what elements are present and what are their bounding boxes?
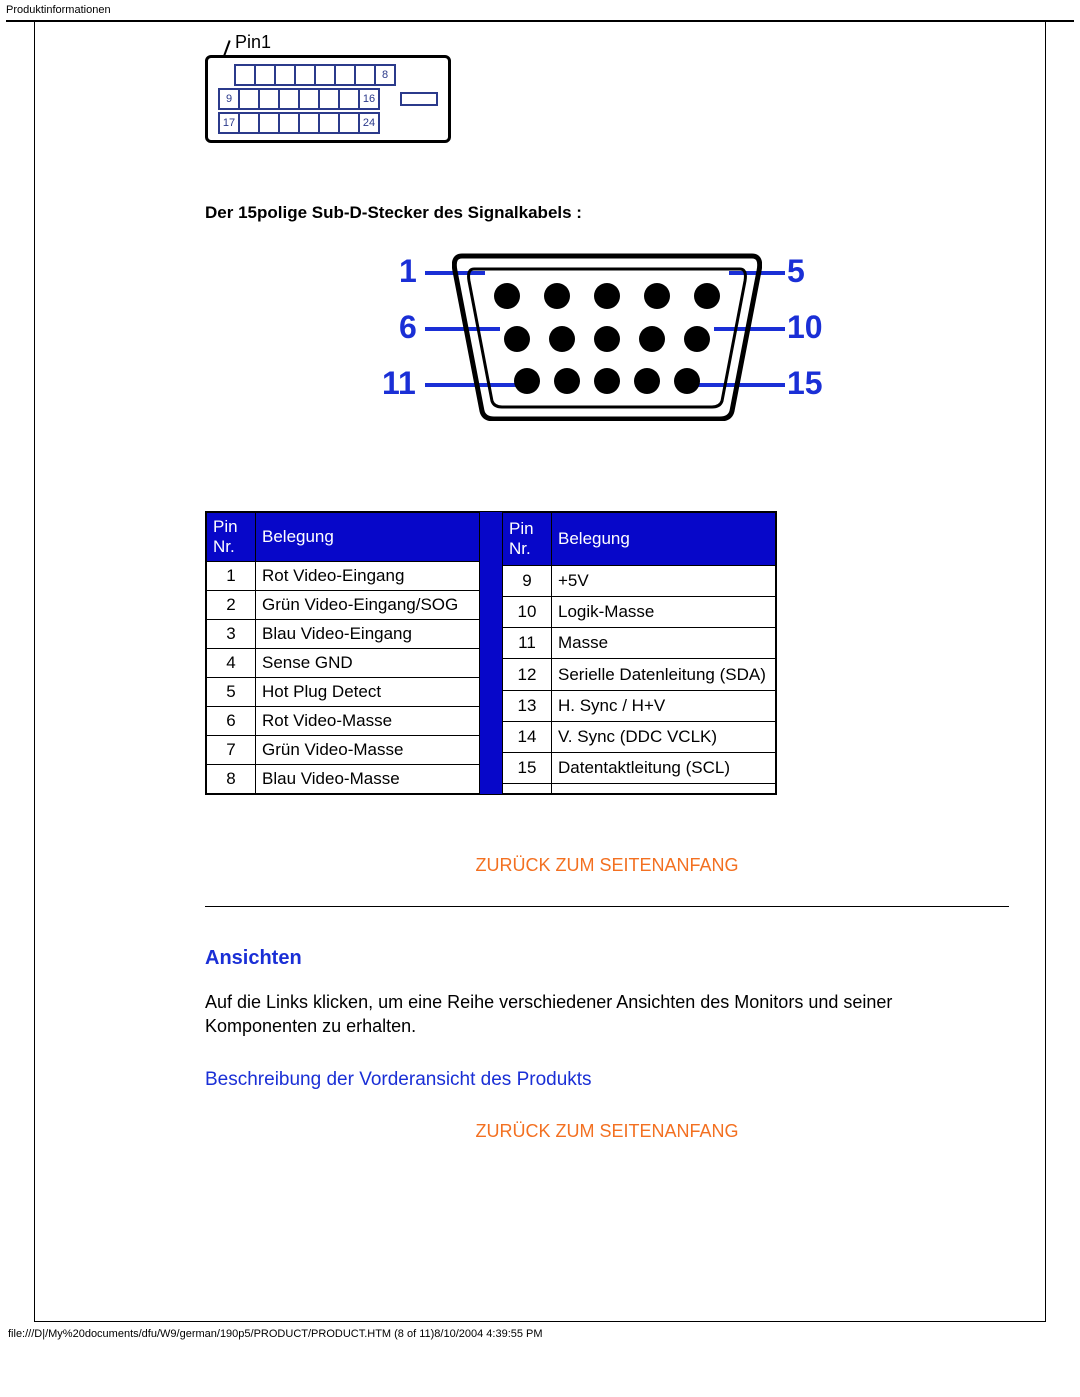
divider [205, 906, 1009, 907]
front-view-link[interactable]: Beschreibung der Vorderansicht des Produ… [205, 1069, 1009, 1091]
dvi-pin-9: 9 [218, 88, 240, 110]
table-row: 10Logik-Masse [503, 596, 776, 627]
sub-d-heading: Der 15polige Sub-D-Stecker des Signalkab… [205, 203, 1009, 223]
vga-label-11: 11 [382, 365, 416, 402]
back-to-top-link[interactable]: ZURÜCK ZUM SEITENANFANG [205, 1121, 1009, 1142]
pin-assignment-table: Pin Nr. Belegung 1Rot Video-Eingang 2Grü… [205, 511, 777, 795]
dvi-pin-24: 24 [358, 112, 380, 134]
pin-table-left: Pin Nr. Belegung 1Rot Video-Eingang 2Grü… [206, 512, 480, 794]
vga-connector-diagram: 1 6 11 5 10 15 [347, 241, 867, 441]
table-row: 15Datentaktleitung (SCL) [503, 753, 776, 784]
dvi-pin-8: 8 [374, 64, 396, 86]
vga-label-15: 15 [787, 365, 823, 402]
back-to-top-link[interactable]: ZURÜCK ZUM SEITENANFANG [205, 855, 1009, 876]
table-row: 2Grün Video-Eingang/SOG [207, 591, 480, 620]
vga-label-6: 6 [399, 309, 417, 346]
table-row: 14V. Sync (DDC VCLK) [503, 721, 776, 752]
pin-table-right: Pin Nr. Belegung 9+5V 10Logik-Masse 11Ma… [502, 512, 776, 794]
dvi-pin-17: 17 [218, 112, 240, 134]
dvi-connector-diagram: Pin1 8 9 16 [205, 22, 1009, 143]
table-row: 9+5V [503, 565, 776, 596]
dvi-pin1-label: Pin1 [235, 32, 1009, 53]
table-row: 8Blau Video-Masse [207, 765, 480, 794]
dvi-blade-slot [400, 92, 438, 106]
views-body-text: Auf die Links klicken, um eine Reihe ver… [205, 990, 1009, 1039]
table-row: 11Masse [503, 628, 776, 659]
table-row: 5Hot Plug Detect [207, 678, 480, 707]
col-belegung: Belegung [256, 513, 480, 562]
col-belegung: Belegung [552, 513, 776, 566]
table-row: 12Serielle Datenleitung (SDA) [503, 659, 776, 690]
page-frame: Pin1 8 9 16 [34, 22, 1046, 1322]
table-row: 6Rot Video-Masse [207, 707, 480, 736]
page-header-text: Produktinformationen [0, 0, 1080, 20]
table-separator [480, 512, 502, 794]
dvi-pin-16: 16 [358, 88, 380, 110]
col-pin-nr: Pin Nr. [503, 513, 552, 566]
col-pin-nr: Pin Nr. [207, 513, 256, 562]
table-row [503, 784, 776, 794]
vga-label-1: 1 [399, 253, 417, 290]
table-row: 7Grün Video-Masse [207, 736, 480, 765]
vga-label-5: 5 [787, 253, 805, 290]
views-heading: Ansichten [205, 947, 1009, 970]
vga-label-10: 10 [787, 309, 823, 346]
table-row: 1Rot Video-Eingang [207, 562, 480, 591]
table-row: 3Blau Video-Eingang [207, 620, 480, 649]
page-footer-path: file:///D|/My%20documents/dfu/W9/german/… [0, 1322, 1080, 1350]
table-row: 4Sense GND [207, 649, 480, 678]
table-row: 13H. Sync / H+V [503, 690, 776, 721]
